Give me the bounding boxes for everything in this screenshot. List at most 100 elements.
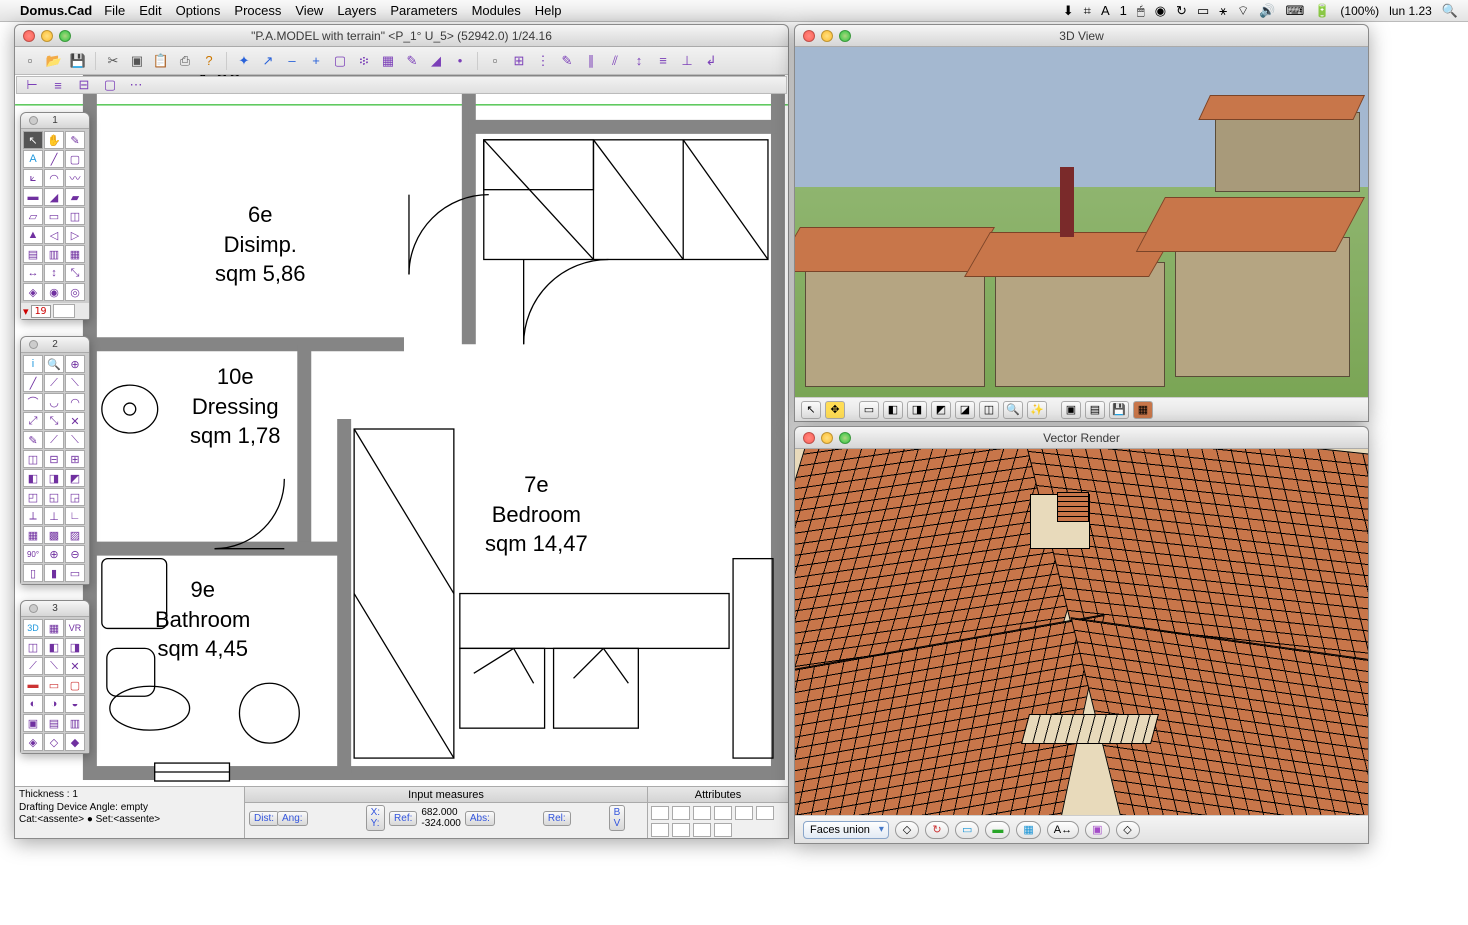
- display-icon[interactable]: ▭: [1197, 3, 1209, 19]
- bv-button[interactable]: BV: [609, 805, 626, 831]
- attr-icon-7[interactable]: [651, 823, 669, 837]
- attr-icon-6[interactable]: [756, 806, 774, 820]
- tool-l1[interactable]: ▯: [23, 564, 43, 582]
- close-button[interactable]: [803, 432, 815, 444]
- tool-d1[interactable]: ⤢: [23, 412, 43, 430]
- dot-icon[interactable]: •: [451, 52, 469, 70]
- tool-slab[interactable]: ▱: [23, 207, 43, 225]
- distribute-icon[interactable]: ⊟: [75, 76, 93, 94]
- tool-3d[interactable]: 3D: [23, 619, 43, 637]
- open-icon[interactable]: 📂: [45, 52, 63, 70]
- battery-icon[interactable]: 🔋: [1314, 3, 1330, 19]
- align-icon[interactable]: ≡: [654, 52, 672, 70]
- tool-i1[interactable]: ⟂: [23, 507, 43, 525]
- tool-obj[interactable]: ◈: [23, 283, 43, 301]
- view-cube-icon[interactable]: ◫: [979, 401, 999, 419]
- minimize-button[interactable]: [821, 432, 833, 444]
- more-icon[interactable]: ⋯: [127, 76, 145, 94]
- tool-e1[interactable]: ✎: [23, 431, 43, 449]
- render-mode-select[interactable]: Faces union: [803, 821, 889, 839]
- tool-pen[interactable]: ✎: [65, 131, 85, 149]
- tool-d2[interactable]: ⤡: [44, 412, 64, 430]
- pattern-icon[interactable]: ፨: [355, 52, 373, 70]
- tool-arc[interactable]: ◠: [44, 169, 64, 187]
- layer-number[interactable]: 19: [31, 305, 51, 318]
- clock[interactable]: lun 1.23: [1389, 4, 1432, 18]
- tool-n3[interactable]: ✕: [65, 657, 85, 675]
- keyboard-icon[interactable]: ⌨: [1285, 3, 1304, 19]
- attr-icon-5[interactable]: [735, 806, 753, 820]
- help-icon[interactable]: ?: [200, 52, 218, 70]
- tool-e3[interactable]: ⟍: [65, 431, 85, 449]
- wifi-icon[interactable]: ⌔: [1237, 3, 1249, 19]
- paste-icon[interactable]: 📋: [152, 52, 170, 70]
- view-persp-icon[interactable]: ◪: [955, 401, 975, 419]
- tool-g1[interactable]: ◧: [23, 469, 43, 487]
- tool-slab2[interactable]: ▭: [44, 207, 64, 225]
- tool-j1[interactable]: ▦: [23, 526, 43, 544]
- tool-d3[interactable]: ✕: [65, 412, 85, 430]
- ref-button[interactable]: Ref:: [389, 811, 417, 826]
- tool-o3[interactable]: ▢: [65, 676, 85, 694]
- tool-q3[interactable]: ▥: [65, 714, 85, 732]
- grid-icon[interactable]: ▦: [379, 52, 397, 70]
- cut-icon[interactable]: ✂: [104, 52, 122, 70]
- vector-titlebar[interactable]: Vector Render: [795, 427, 1368, 449]
- tool-r1[interactable]: ◈: [23, 733, 43, 751]
- abs-button[interactable]: Abs:: [465, 811, 495, 826]
- tool-text[interactable]: A: [23, 150, 43, 168]
- tool-o2[interactable]: ▭: [44, 676, 64, 694]
- tool-r2[interactable]: ◇: [44, 733, 64, 751]
- snap-grid-icon[interactable]: ✦: [235, 52, 253, 70]
- paste-icon[interactable]: ▤: [1085, 401, 1105, 419]
- tool-p3[interactable]: ◒: [65, 695, 85, 713]
- zoom-button[interactable]: [59, 30, 71, 42]
- tool-render[interactable]: ▦: [44, 619, 64, 637]
- menu-help[interactable]: Help: [535, 3, 562, 18]
- tool-wall[interactable]: ▬: [23, 188, 43, 206]
- tool-p2[interactable]: ◑: [44, 695, 64, 713]
- ang-button[interactable]: Ang:: [277, 811, 308, 826]
- grid2-icon[interactable]: ⊞: [510, 52, 528, 70]
- text-button[interactable]: A↔: [1047, 821, 1079, 839]
- tool-wall3[interactable]: ▰: [65, 188, 85, 206]
- tool-q2[interactable]: ▤: [44, 714, 64, 732]
- download-icon[interactable]: ⬇: [1063, 3, 1074, 19]
- tool-e2[interactable]: ⟋: [44, 431, 64, 449]
- cursor-icon[interactable]: ↖: [801, 401, 821, 419]
- layer-swatch[interactable]: [53, 304, 75, 318]
- adobe-icon[interactable]: A: [1101, 3, 1110, 18]
- tool-dim[interactable]: ↔: [23, 264, 43, 282]
- menu-parameters[interactable]: Parameters: [390, 3, 457, 18]
- print-icon[interactable]: ⎙: [176, 52, 194, 70]
- tool-j3[interactable]: ▨: [65, 526, 85, 544]
- notif-badge[interactable]: 1: [1120, 3, 1127, 18]
- sync-button[interactable]: ↻: [925, 821, 949, 839]
- menu-options[interactable]: Options: [176, 3, 221, 18]
- attr-icon-2[interactable]: [672, 806, 690, 820]
- tool-l3[interactable]: ▭: [65, 564, 85, 582]
- menu-process[interactable]: Process: [234, 3, 281, 18]
- attr-icon-10[interactable]: [714, 823, 732, 837]
- timemachine-icon[interactable]: ↻: [1176, 3, 1187, 19]
- tool-roof2[interactable]: ◁: [44, 226, 64, 244]
- eraser-button[interactable]: ◇: [895, 821, 919, 839]
- outline-button[interactable]: ▭: [955, 821, 979, 839]
- copy-icon[interactable]: ▣: [128, 52, 146, 70]
- tool-roof3[interactable]: ▷: [65, 226, 85, 244]
- dropbox-icon[interactable]: ⌗: [1084, 3, 1091, 19]
- align-v-icon[interactable]: ≡: [49, 76, 67, 94]
- attr-icon-3[interactable]: [693, 806, 711, 820]
- tool-arc-c[interactable]: ◠: [65, 393, 85, 411]
- texture-button[interactable]: ▦: [1016, 821, 1040, 839]
- erase2-button[interactable]: ◇: [1116, 821, 1140, 839]
- para2-icon[interactable]: ⫽: [606, 52, 624, 70]
- save-icon[interactable]: 💾: [1109, 401, 1129, 419]
- tool-roof[interactable]: ▲: [23, 226, 43, 244]
- tool-wall2[interactable]: ◢: [44, 188, 64, 206]
- tool-stair[interactable]: ▤: [23, 245, 43, 263]
- tool-g2[interactable]: ◨: [44, 469, 64, 487]
- mouse-icon[interactable]: 🖱: [1137, 3, 1145, 19]
- view-front-icon[interactable]: ▭: [859, 401, 879, 419]
- arrow-icon[interactable]: ↗: [259, 52, 277, 70]
